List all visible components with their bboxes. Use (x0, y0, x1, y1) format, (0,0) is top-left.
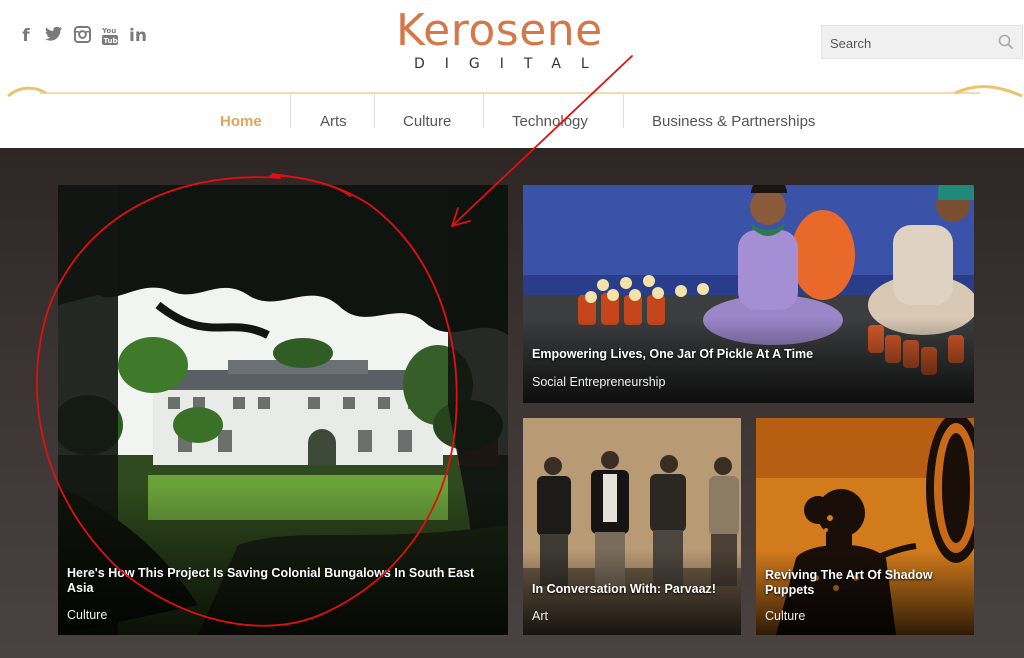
card-title[interactable]: Here's How This Project Is Saving Coloni… (67, 566, 487, 596)
card-title[interactable]: Reviving The Art Of Shadow Puppets (765, 568, 965, 598)
nav-item-technology[interactable]: Technology (512, 102, 588, 142)
featured-article-card[interactable]: Here's How This Project Is Saving Coloni… (58, 185, 508, 635)
search-box (821, 25, 1023, 59)
nav-separator (483, 94, 484, 128)
logo-main-text: Kerosene (396, 5, 603, 56)
search-icon[interactable] (998, 34, 1014, 55)
card-category[interactable]: Culture (765, 609, 805, 624)
search-input[interactable] (828, 32, 992, 54)
svg-text:You: You (101, 27, 116, 35)
site-header: f You Tube in Kerosene DIGITAL Home Arts … (0, 0, 1024, 148)
nav-separator (290, 94, 291, 128)
card-category[interactable]: Culture (67, 608, 107, 623)
card-title[interactable]: Empowering Lives, One Jar Of Pickle At A… (532, 347, 962, 362)
nav-item-culture[interactable]: Culture (403, 102, 451, 142)
nav-item-business-partnerships[interactable]: Business & Partnerships (652, 102, 815, 142)
card-category[interactable]: Social Entrepreneurship (532, 375, 665, 390)
youtube-icon[interactable]: You Tube (100, 26, 123, 46)
linkedin-icon[interactable]: in (128, 26, 148, 46)
card-gradient (58, 485, 508, 635)
instagram-icon[interactable] (72, 26, 92, 46)
nav-separator (374, 94, 375, 128)
twitter-icon[interactable] (44, 26, 64, 46)
article-card[interactable]: Reviving The Art Of Shadow Puppets Cultu… (756, 418, 974, 635)
nav-item-home[interactable]: Home (220, 102, 262, 142)
article-card[interactable]: Empowering Lives, One Jar Of Pickle At A… (523, 185, 974, 403)
card-title[interactable]: In Conversation With: Parvaaz! (532, 582, 732, 597)
main-navigation: Home Arts Culture Technology Business & … (0, 94, 1024, 148)
facebook-icon[interactable]: f (16, 26, 36, 46)
social-links: f You Tube in (16, 26, 148, 46)
card-category[interactable]: Art (532, 609, 548, 624)
featured-section: Here's How This Project Is Saving Coloni… (0, 148, 1024, 658)
svg-text:Tube: Tube (104, 37, 120, 45)
site-logo[interactable]: Kerosene DIGITAL (396, 5, 609, 73)
article-card[interactable]: In Conversation With: Parvaaz! Art (523, 418, 741, 635)
nav-separator (623, 94, 624, 128)
nav-item-arts[interactable]: Arts (320, 102, 347, 142)
logo-sub-text: DIGITAL (414, 56, 609, 72)
